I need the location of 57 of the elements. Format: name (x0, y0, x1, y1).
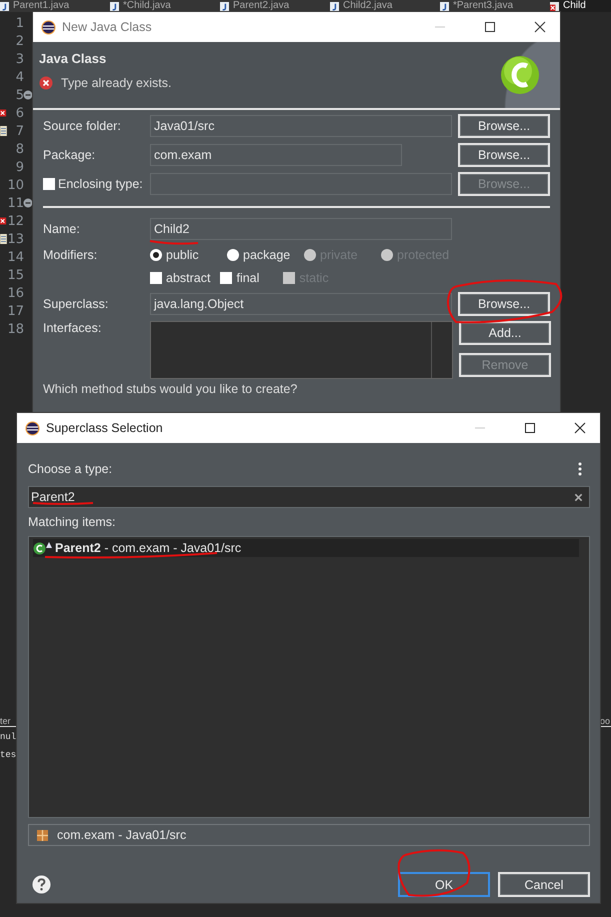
line-number: 8 (16, 142, 24, 156)
editor-tab[interactable]: *Parent3.java (440, 0, 550, 12)
line-number: 15 (7, 268, 24, 282)
field-label: Modifiers: (43, 248, 98, 262)
radio-option[interactable]: package (227, 248, 304, 262)
line-number: 7 (16, 124, 24, 138)
line-number: 14 (7, 250, 24, 264)
line-number: 3 (16, 52, 24, 66)
list-label: Matching items: (28, 515, 117, 531)
console-text: nul (0, 731, 17, 744)
text-field[interactable]: com.exam (150, 144, 402, 166)
line-number: 1 (16, 16, 24, 30)
line-number: 10 (7, 178, 24, 192)
radio-option[interactable]: public (150, 248, 227, 262)
line-number: 12 (7, 214, 24, 228)
list-button[interactable]: Add... (459, 321, 551, 345)
browse-button[interactable]: Browse... (458, 114, 550, 138)
line-number: 4 (16, 70, 24, 84)
field-label: Name: (43, 222, 81, 236)
line-number: 5 (16, 88, 24, 102)
stubs-question: Which method stubs would you like to create? (43, 382, 298, 396)
search-field[interactable]: Parent2 (28, 486, 590, 508)
window-title: New Java Class (62, 20, 152, 34)
line-number: 18 (7, 322, 24, 336)
window-title: Superclass Selection (46, 421, 163, 435)
status-field: com.exam - Java01/src (28, 824, 590, 846)
editor-tab[interactable]: *Child.java (110, 0, 220, 12)
line-number: 2 (16, 34, 24, 48)
editor-tab[interactable]: Parent1.java (0, 0, 110, 12)
line-number: 16 (7, 286, 24, 300)
checkbox-option[interactable]: abstract (150, 271, 210, 285)
wizard-title: Java Class (39, 51, 108, 66)
text-field[interactable]: Java01/src (150, 115, 452, 137)
line-number: 13 (7, 232, 24, 246)
field-label: Source folder: (43, 119, 122, 133)
text-field[interactable]: java.lang.Object (150, 293, 452, 315)
checkbox-option[interactable]: final (220, 271, 260, 285)
prompt-label: Choose a type: (28, 462, 112, 476)
editor-tab[interactable]: Parent2.java (220, 0, 330, 12)
field-label: Superclass: (43, 297, 110, 311)
line-number: 9 (16, 160, 24, 174)
browse-button[interactable]: Browse... (458, 292, 550, 316)
line-number: 11 (7, 196, 24, 210)
editor-tab[interactable]: Child2.java (330, 0, 440, 12)
line-number: 6 (16, 106, 24, 120)
field-label: Package: (43, 148, 96, 162)
console-text: tes (0, 749, 17, 762)
error-message: Type already exists. (61, 76, 172, 90)
text-field[interactable]: Child2 (150, 218, 452, 240)
dialog-button[interactable]: Cancel (498, 872, 590, 897)
list-item[interactable]: Parent2 - com.exam - Java01/src (33, 539, 579, 557)
field-label: Enclosing type: (58, 177, 143, 191)
editor-tab[interactable]: Child (550, 0, 611, 12)
field-label: Interfaces: (43, 321, 102, 335)
browse-button[interactable]: Browse... (458, 143, 550, 167)
line-number: 17 (7, 304, 24, 318)
dialog-button[interactable]: OK (398, 872, 490, 897)
